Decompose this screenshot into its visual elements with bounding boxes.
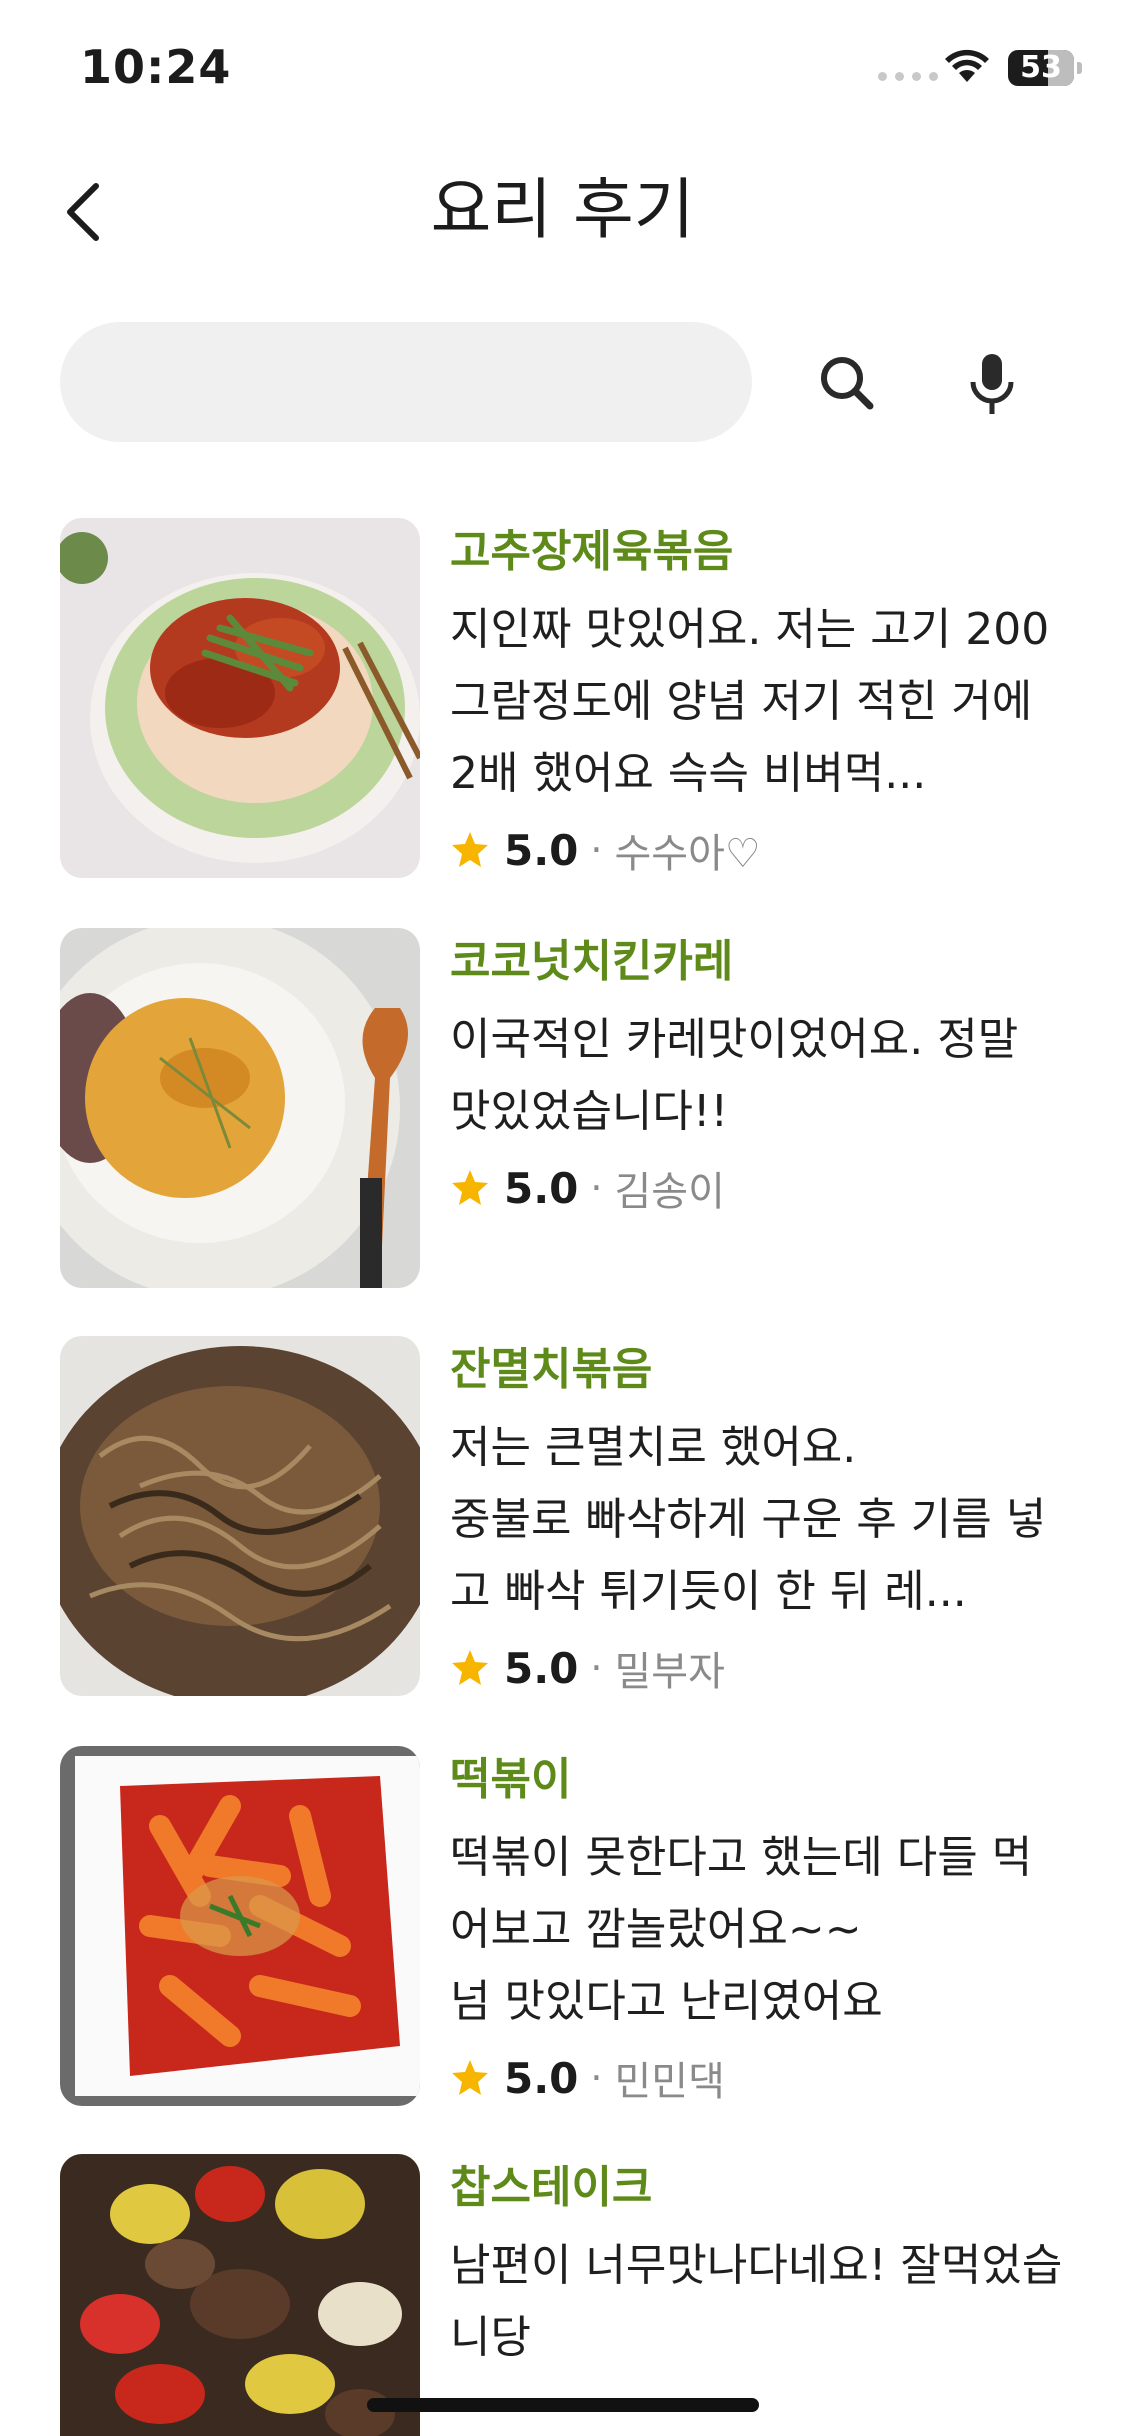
review-meta: 5.0 · 김송이 — [450, 1158, 1070, 1218]
search-icon — [821, 357, 874, 410]
battery-tip — [1077, 62, 1082, 74]
dish-name: 찹스테이크 — [450, 2162, 653, 2213]
search-bar — [0, 322, 1125, 446]
dish-photo — [60, 518, 420, 878]
author-name: 밀부자 — [614, 1649, 725, 1695]
page-title: 요리 후기 — [430, 171, 695, 248]
rating-value: 5.0 — [504, 2053, 579, 2103]
voice-search-button[interactable] — [952, 344, 1032, 424]
author-name: 수수아♡ — [614, 831, 761, 877]
dish-name: 떡볶이 — [450, 1754, 572, 1805]
microphone-icon — [970, 354, 1014, 414]
rating-value: 5.0 — [504, 1643, 579, 1693]
status-bar: 10:24 53 — [0, 0, 1125, 140]
dish-name: 고추장제육볶음 — [450, 526, 734, 577]
dish-photo — [60, 928, 420, 1288]
star-icon — [452, 1650, 488, 1685]
review-meta: 5.0 · 밀부자 — [450, 1638, 1070, 1698]
home-indicator — [367, 2398, 759, 2412]
search-button[interactable] — [808, 344, 888, 424]
star-icon — [452, 1170, 488, 1205]
rating-value: 5.0 — [504, 1163, 579, 1213]
star-icon — [452, 2060, 488, 2095]
review-text: 이국적인 카레맛이었어요. 정말 맛있었습니다!! — [450, 1014, 1019, 1137]
dish-name: 코코넛치킨카레 — [450, 936, 734, 987]
star-icon — [452, 832, 488, 867]
review-text: 떡볶이 못한다고 했는데 다들 먹어보고 깜놀랐어요~~ 넘 맛있다고 난리였어… — [450, 1832, 1033, 2027]
header: 요리 후기 — [0, 150, 1125, 270]
dish-name: 잔멸치볶음 — [450, 1344, 653, 1395]
dish-photo — [60, 2154, 420, 2436]
rating-value: 5.0 — [504, 825, 579, 875]
review-text: 지인짜 맛있어요. 저는 고기 200그람정도에 양념 저기 적힌 거에 2배 … — [450, 604, 1050, 799]
status-time: 10:24 — [80, 40, 232, 94]
review-meta: 5.0 · 민민댁 — [450, 2048, 1070, 2108]
search-input[interactable] — [60, 322, 752, 442]
battery-level: 53 — [1020, 50, 1062, 85]
dish-photo — [60, 1746, 420, 2106]
review-text: 남편이 너무맛나다네요! 잘먹었습니당 — [450, 2240, 1063, 2363]
battery-icon: 53 — [1008, 50, 1074, 86]
separator-dot: · — [590, 1166, 603, 1210]
separator-dot: · — [590, 828, 603, 872]
review-meta: 5.0 · 수수아♡ — [450, 820, 1070, 880]
wifi-icon — [945, 48, 989, 88]
dish-photo — [60, 1336, 420, 1696]
back-button[interactable] — [50, 172, 130, 252]
chevron-left-icon — [67, 183, 99, 241]
review-text: 저는 큰멸치로 했어요. 중불로 빠삭하게 구운 후 기름 넣고 빠삭 튀기듯이… — [450, 1422, 1047, 1617]
cellular-signal-icon — [878, 72, 938, 81]
separator-dot: · — [590, 2056, 603, 2100]
author-name: 민민댁 — [614, 2059, 725, 2105]
separator-dot: · — [590, 1646, 603, 1690]
author-name: 김송이 — [614, 1169, 725, 1215]
